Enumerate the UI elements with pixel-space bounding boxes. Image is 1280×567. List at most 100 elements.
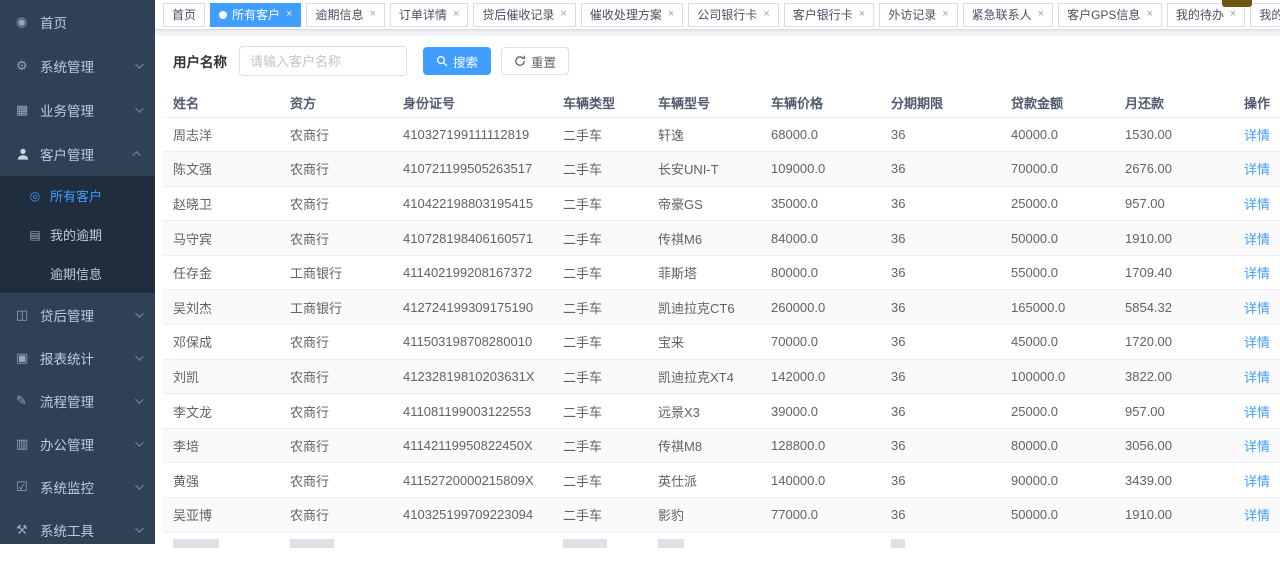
tab-客户GPS信息[interactable]: 客户GPS信息× bbox=[1058, 3, 1162, 27]
detail-link[interactable]: 详情 bbox=[1244, 474, 1270, 489]
sidebar-item-label: 业务管理 bbox=[40, 100, 94, 120]
detail-link[interactable]: 详情 bbox=[1244, 335, 1270, 350]
tab-外访记录[interactable]: 外访记录 × bbox=[879, 3, 957, 27]
detail-link[interactable]: 详情 bbox=[1244, 439, 1270, 454]
table-cell: 农商行 bbox=[280, 463, 393, 498]
table-cell: 36 bbox=[881, 186, 1001, 221]
tab-close-icon[interactable]: × bbox=[1146, 9, 1152, 20]
sidebar-item-tools[interactable]: ⚒系统工具 bbox=[0, 508, 155, 551]
sidebar-item-label: 办公管理 bbox=[40, 434, 94, 454]
tab-label: 客户银行卡 bbox=[793, 4, 853, 26]
tab-close-icon[interactable]: × bbox=[453, 9, 459, 20]
table-cell: 二手车 bbox=[553, 428, 648, 463]
sidebar-item-business[interactable]: ▦ 业务管理 bbox=[0, 88, 155, 132]
detail-link[interactable]: 详情 bbox=[1244, 232, 1270, 247]
table-cell: 45000.0 bbox=[1001, 325, 1115, 360]
table-cell: 二手车 bbox=[553, 186, 648, 221]
grid-icon: ▦ bbox=[16, 102, 31, 118]
tab-紧急联系人[interactable]: 紧急联系人× bbox=[963, 3, 1053, 27]
table-cell: 2676.00 bbox=[1115, 152, 1234, 187]
tab-close-icon[interactable]: × bbox=[1038, 9, 1044, 20]
detail-link[interactable]: 详情 bbox=[1244, 508, 1270, 523]
sidebar-item-monitor[interactable]: ☑系统监控 bbox=[0, 465, 155, 508]
search-button[interactable]: 搜索 bbox=[423, 47, 491, 75]
sidebar-item-system[interactable]: ⚙系统管理 bbox=[0, 44, 155, 88]
table-cell: 957.00 bbox=[1115, 186, 1234, 221]
monitor-check-icon: ☑ bbox=[16, 479, 31, 495]
tab-close-icon[interactable]: × bbox=[1230, 9, 1236, 20]
tab-贷后催收记录[interactable]: 贷后催收记录 × bbox=[473, 3, 575, 27]
reset-button[interactable]: 重置 bbox=[501, 47, 569, 75]
detail-link[interactable]: 详情 bbox=[1244, 197, 1270, 212]
sidebar-subitem-all-customers[interactable]: ◎所有客户 bbox=[0, 176, 155, 215]
detail-link[interactable]: 详情 bbox=[1244, 370, 1270, 385]
sidebar-subitem-label: 我的逾期 bbox=[50, 225, 102, 244]
table-cell: 农商行 bbox=[280, 359, 393, 394]
column-header: 操作 bbox=[1234, 89, 1280, 117]
table-cell: 农商行 bbox=[280, 117, 393, 152]
tab-close-icon[interactable]: × bbox=[942, 9, 948, 20]
table-cell: 长安UNI-T bbox=[648, 152, 761, 187]
table-cell: 50000.0 bbox=[1001, 221, 1115, 256]
sidebar-item-home[interactable]: ◉首页 bbox=[0, 0, 155, 44]
tab-active-所有客户[interactable]: 所有客户× bbox=[210, 3, 301, 27]
tab-逾期信息[interactable]: 逾期信息× bbox=[306, 3, 384, 27]
table-cell-actions: 详情 bbox=[1234, 152, 1280, 187]
reset-button-label: 重置 bbox=[531, 52, 556, 71]
sidebar-item-customer[interactable]: 客户管理 bbox=[0, 132, 155, 176]
customer-name-input[interactable] bbox=[239, 46, 407, 76]
table-cell: 远景X3 bbox=[648, 394, 761, 429]
detail-link[interactable]: 详情 bbox=[1244, 128, 1270, 143]
table-cell: 411081199003122553 bbox=[393, 394, 553, 429]
tab-close-icon[interactable]: × bbox=[859, 9, 865, 20]
sidebar-subitem-overdue-info[interactable]: 逾期信息 bbox=[0, 254, 155, 293]
detail-link[interactable]: 详情 bbox=[1244, 405, 1270, 420]
sidebar-item-report[interactable]: ▣报表统计 bbox=[0, 336, 155, 379]
sidebar-item-process[interactable]: ✎流程管理 bbox=[0, 379, 155, 422]
table-cell: 5854.32 bbox=[1115, 290, 1234, 325]
table-cell: 36 bbox=[881, 221, 1001, 256]
tab-close-icon[interactable]: × bbox=[763, 9, 769, 20]
tab-催收处理方案[interactable]: 催收处理方案× bbox=[581, 3, 683, 27]
table-cell: 工商银行 bbox=[280, 255, 393, 290]
column-header: 车辆价格 bbox=[761, 89, 881, 117]
tab-订单详情[interactable]: 订单详情× bbox=[390, 3, 468, 27]
tab-我的流程[interactable]: 我的流程× bbox=[1250, 3, 1280, 27]
tab-label: 贷后催收记录 bbox=[482, 4, 554, 26]
table-cell: 陈文强 bbox=[163, 152, 280, 187]
tab-首页[interactable]: 首页 bbox=[163, 3, 205, 27]
tab-close-icon[interactable]: × bbox=[668, 9, 674, 20]
tab-close-icon[interactable]: × bbox=[369, 9, 375, 20]
tab-close-icon[interactable]: × bbox=[560, 9, 566, 20]
chevron-down-icon bbox=[135, 395, 143, 403]
tab-label: 外访记录 bbox=[888, 4, 936, 26]
table-cell: 55000.0 bbox=[1001, 255, 1115, 290]
tab-公司银行卡[interactable]: 公司银行卡 × bbox=[688, 3, 778, 27]
sidebar-item-label: 客户管理 bbox=[40, 144, 94, 164]
tab-label: 首页 bbox=[172, 4, 196, 26]
table-cell-actions: 详情 bbox=[1234, 428, 1280, 463]
sidebar-item-label: 系统管理 bbox=[40, 56, 94, 76]
table-cell bbox=[881, 532, 1001, 567]
table-cell: 3822.00 bbox=[1115, 359, 1234, 394]
detail-link[interactable]: 详情 bbox=[1244, 162, 1270, 177]
table-cell: 轩逸 bbox=[648, 117, 761, 152]
table-cell: 260000.0 bbox=[761, 290, 881, 325]
sidebar-subitem-my-overdue[interactable]: ▤我的逾期 bbox=[0, 215, 155, 254]
tab-close-icon[interactable]: × bbox=[286, 9, 292, 20]
sidebar: ◉首页⚙系统管理 ▦ 业务管理客户管理 ◎所有客户▤我的逾期逾期信息 ◫贷后管理▣报表统… bbox=[0, 0, 155, 544]
table-cell bbox=[1001, 532, 1115, 567]
detail-link[interactable]: 详情 bbox=[1244, 301, 1270, 316]
sidebar-item-post-loan[interactable]: ◫贷后管理 bbox=[0, 293, 155, 336]
tab-客户银行卡[interactable]: 客户银行卡 × bbox=[784, 3, 874, 27]
detail-link[interactable]: 详情 bbox=[1244, 266, 1270, 281]
table-cell: 农商行 bbox=[280, 428, 393, 463]
tab-label: 公司银行卡 bbox=[697, 4, 757, 26]
report-chart-icon: ▣ bbox=[16, 350, 31, 366]
table-cell: 84000.0 bbox=[761, 221, 881, 256]
sidebar-item-office[interactable]: ▥办公管理 bbox=[0, 422, 155, 465]
table-cell: 142000.0 bbox=[761, 359, 881, 394]
sidebar-subitem-label: 逾期信息 bbox=[50, 264, 102, 283]
table-cell: 1910.00 bbox=[1115, 498, 1234, 533]
column-header: 姓名 bbox=[163, 89, 280, 117]
